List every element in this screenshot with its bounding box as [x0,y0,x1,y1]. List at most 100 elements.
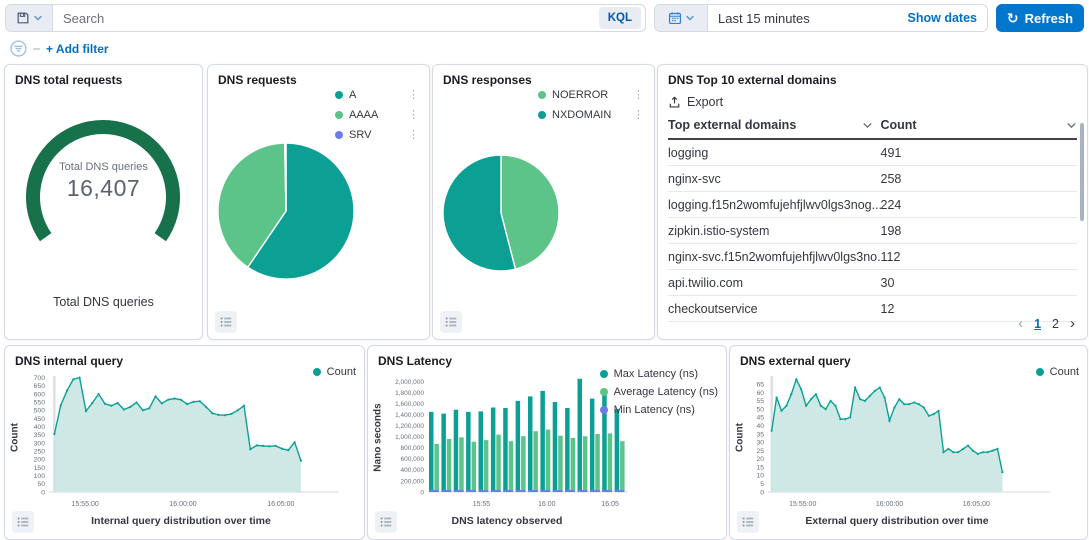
legend-item-max-latency-ns-[interactable]: Max Latency (ns) [600,368,718,380]
legend-item-average-latency-ns-[interactable]: Average Latency (ns) [600,386,718,398]
refresh-button[interactable]: ↻ Refresh [996,4,1084,32]
external-query-area-chart[interactable]: 0510152025303540455055606515:55:0016:00:… [744,370,1087,517]
legend-item-a[interactable]: A⋮ [335,89,419,101]
cell-domain: nginx-svc.f15n2womfujehfjlwv0lgs3no... [668,250,881,264]
svg-text:16:00: 16:00 [538,501,556,508]
svg-text:200: 200 [34,457,46,464]
legend-dot-icon [335,91,343,99]
pagination-page-1[interactable]: 1 [1034,317,1041,331]
svg-text:300: 300 [34,440,46,447]
legend-toggle-button[interactable] [215,311,237,333]
legend-item-min-latency-ns-[interactable]: Min Latency (ns) [600,404,718,416]
legend-label: Count [327,366,356,378]
svg-text:1,400,000: 1,400,000 [395,412,424,419]
svg-text:400,000: 400,000 [401,467,425,474]
svg-text:600,000: 600,000 [401,456,425,463]
panel-title: DNS Top 10 external domains [668,73,1077,87]
cell-count: 198 [881,224,1078,238]
legend-item-menu-icon[interactable]: ⋮ [408,130,419,141]
legend-dot-icon [600,370,608,378]
cell-domain: logging.f15n2womfujehfjlwv0lgs3nog.... [668,198,881,212]
legend-label: NXDOMAIN [552,109,619,121]
legend-item-menu-icon[interactable]: ⋮ [408,90,419,101]
legend-item-count[interactable]: Count [1036,366,1079,378]
sort-chevron-icon [1066,120,1077,131]
chart-legend: Count [313,366,356,378]
svg-text:100: 100 [34,473,46,480]
legend-toggle-button[interactable] [375,511,397,533]
legend-toggle-button[interactable] [737,511,759,533]
legend-item-count[interactable]: Count [313,366,356,378]
date-picker: Last 15 minutes Show dates [654,4,988,32]
column-header-count[interactable]: Count [881,118,1078,132]
legend-label: Max Latency (ns) [614,368,718,380]
cell-domain: zipkin.istio-system [668,224,881,238]
pagination-prev-icon[interactable]: ‹ [1018,316,1023,331]
table-row: nginx-svc258 [668,166,1077,192]
list-icon [379,515,393,529]
dns-responses-pie-chart[interactable] [441,153,561,278]
chart-legend: Max Latency (ns) Average Latency (ns) Min … [600,368,718,416]
legend-label: Count [1050,366,1079,378]
panel-title: DNS responses [443,73,644,87]
panel-title: DNS external query [740,354,1077,368]
legend-item-noerror[interactable]: NOERROR ⋮ [538,89,644,101]
gauge-bottom-label: Total DNS queries [5,295,202,309]
filter-icon[interactable] [10,40,27,57]
svg-text:16:05: 16:05 [601,501,619,508]
legend-item-menu-icon[interactable]: ⋮ [633,110,644,121]
svg-text:15: 15 [756,464,764,471]
dns-requests-pie-chart[interactable] [216,141,356,286]
show-dates-button[interactable]: Show dates [898,11,987,25]
legend-dot-icon [538,111,546,119]
table-row: logging.f15n2womfujehfjlwv0lgs3nog....22… [668,192,1077,218]
legend-item-srv[interactable]: SRV⋮ [335,129,419,141]
filter-divider [33,48,40,50]
legend-dot-icon [335,131,343,139]
table-scrollbar[interactable] [1080,123,1084,221]
date-quick-menu-button[interactable] [655,5,708,31]
export-button[interactable]: Export [668,95,738,109]
cell-count: 224 [881,198,1078,212]
legend-dot-icon [313,368,321,376]
legend-item-menu-icon[interactable]: ⋮ [408,110,419,121]
pagination-page-2[interactable]: 2 [1052,317,1059,331]
svg-text:200,000: 200,000 [401,478,425,485]
save-icon [16,11,30,25]
saved-query-menu-button[interactable] [6,5,53,31]
list-icon [444,315,458,329]
svg-text:20: 20 [756,456,764,463]
refresh-icon: ↻ [1007,11,1019,25]
column-header-top-external-domains[interactable]: Top external domains [668,118,881,132]
table-body: logging491nginx-svc258logging.f15n2womfu… [658,140,1087,322]
svg-text:800,000: 800,000 [401,445,425,452]
panel-title: DNS requests [218,73,419,87]
svg-text:0: 0 [420,489,424,496]
legend-item-menu-icon[interactable]: ⋮ [633,90,644,101]
legend-label: A [349,89,394,101]
legend-label: NOERROR [552,89,619,101]
svg-text:30: 30 [756,440,764,447]
svg-text:400: 400 [34,424,46,431]
total-dns-queries-gauge[interactable] [13,119,193,264]
legend-item-aaaa[interactable]: AAAA⋮ [335,109,419,121]
panel-title: DNS internal query [15,354,354,368]
search-input[interactable] [53,11,595,26]
svg-text:0: 0 [760,489,764,496]
time-range-value[interactable]: Last 15 minutes [708,11,898,26]
table-row: api.twilio.com30 [668,270,1077,296]
kql-language-button[interactable]: KQL [599,7,641,29]
svg-text:50: 50 [37,481,45,488]
internal-query-area-chart[interactable]: 0501001502002503003504004505005506006507… [19,370,364,517]
pagination-next-icon[interactable]: › [1070,316,1075,331]
panel-dns-requests: DNS requests A⋮AAAA⋮SRV⋮ [207,64,430,340]
svg-text:16:05:00: 16:05:00 [963,501,990,508]
svg-text:60: 60 [756,390,764,397]
legend-toggle-button[interactable] [12,511,34,533]
panel-title: DNS Latency [378,354,716,368]
legend-item-nxdomain[interactable]: NXDOMAIN ⋮ [538,109,644,121]
add-filter-button[interactable]: + Add filter [46,42,109,56]
legend-toggle-button[interactable] [440,311,462,333]
panel-dns-responses: DNS responses NOERROR ⋮ NXDOMAIN ⋮ [432,64,655,340]
pagination-pages: 12 [1034,317,1059,331]
